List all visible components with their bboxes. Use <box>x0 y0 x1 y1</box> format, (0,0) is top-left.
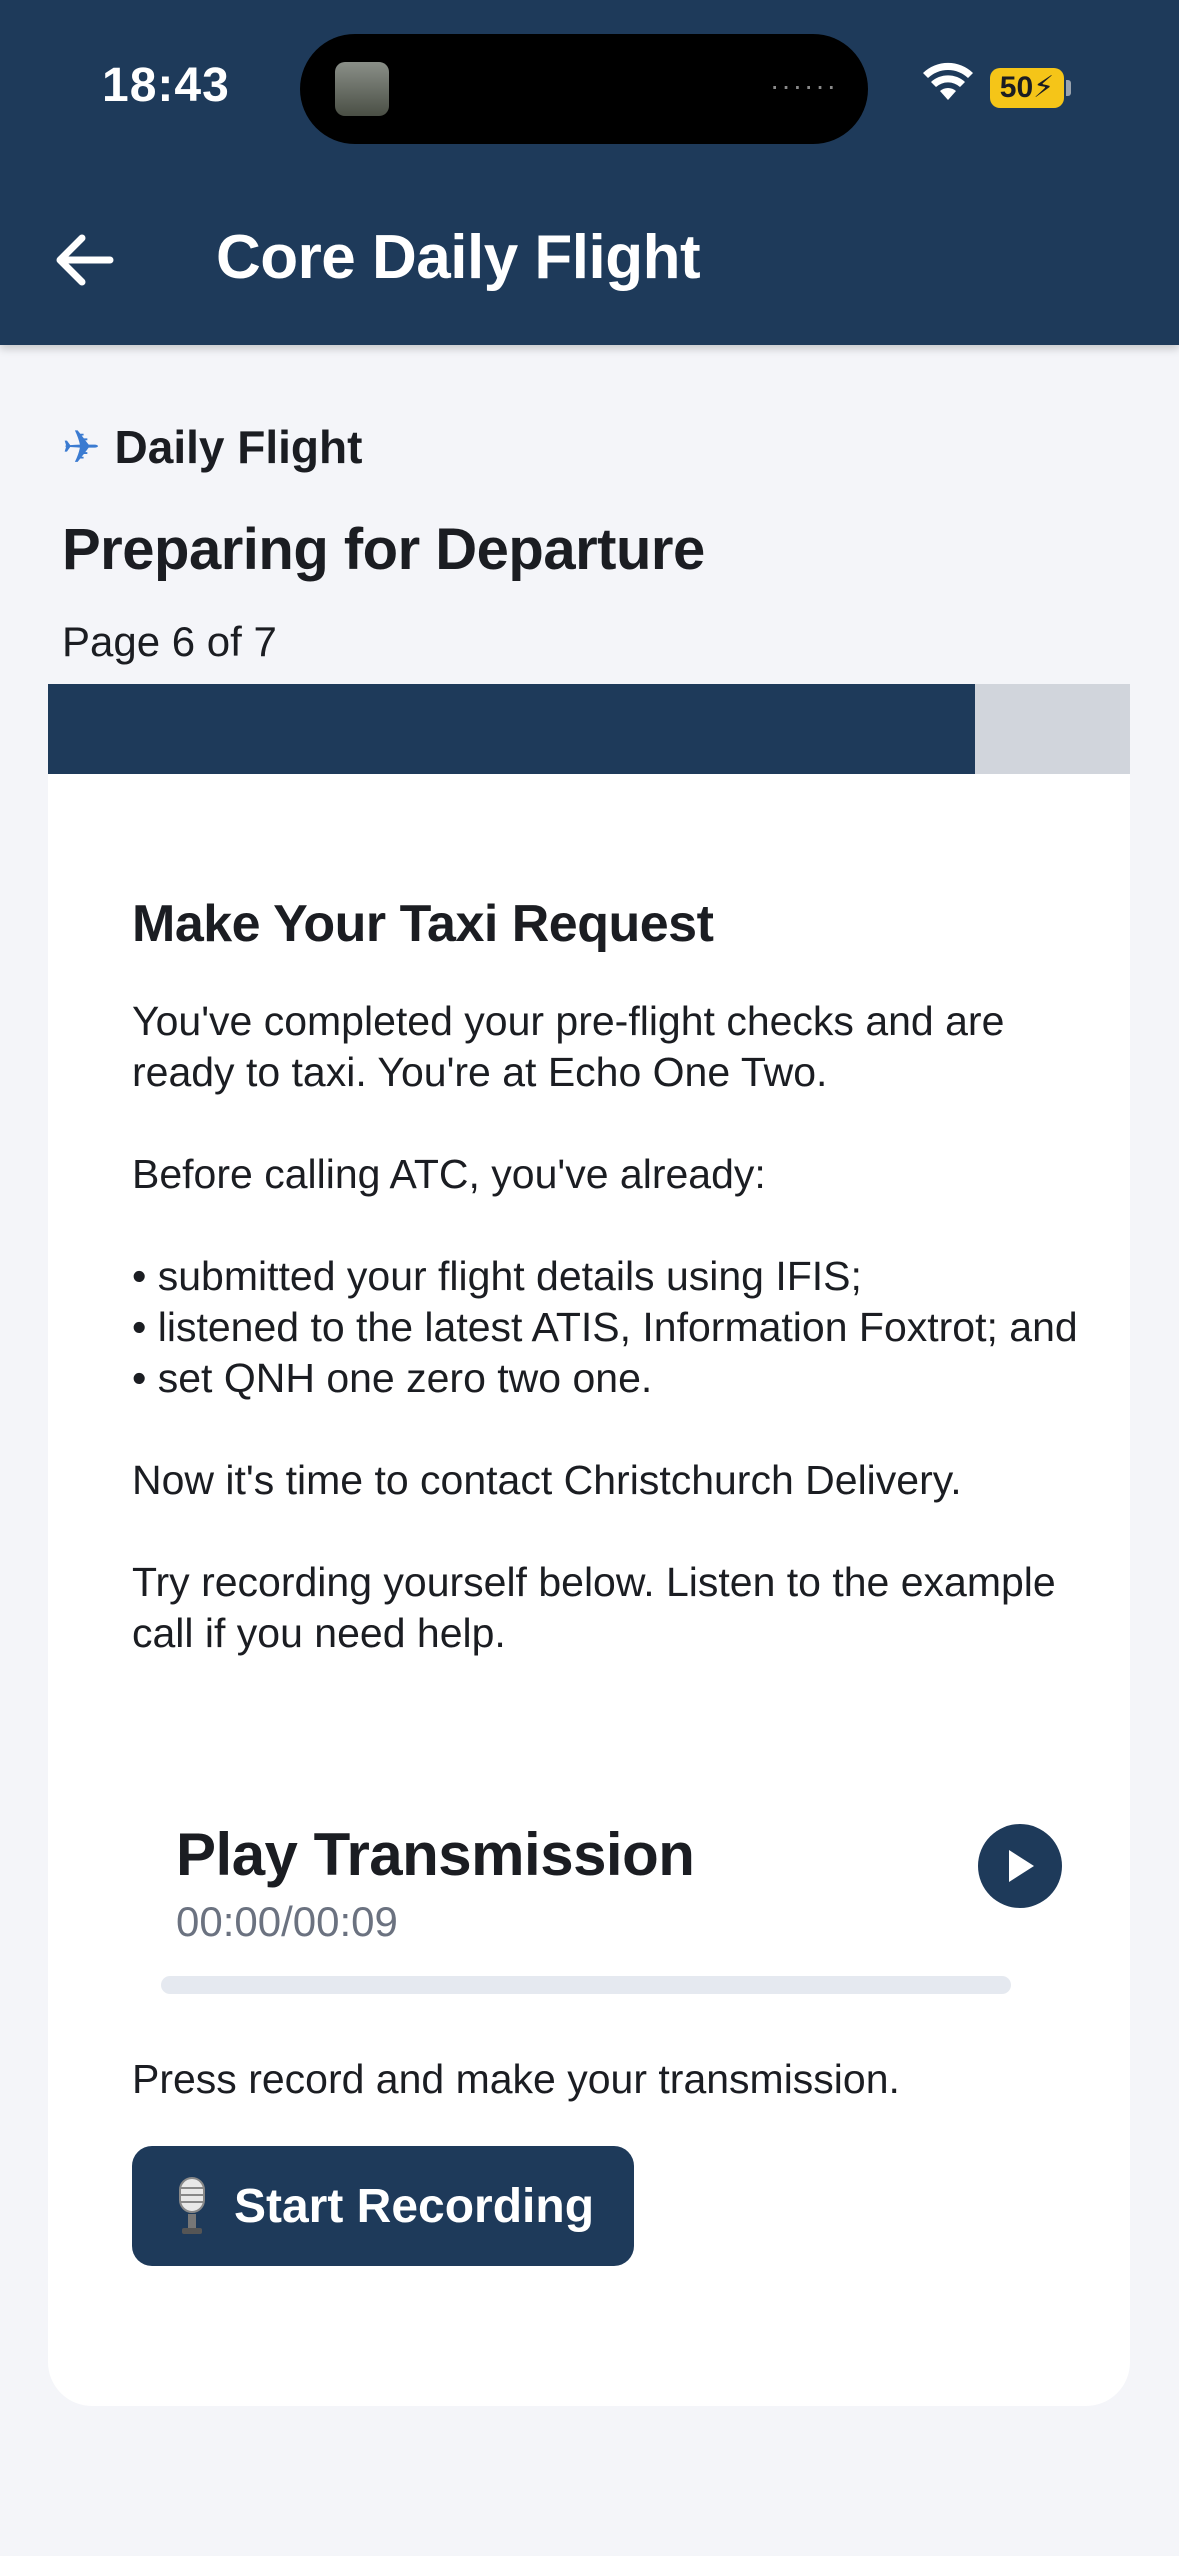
page-title: Core Daily Flight <box>216 223 701 292</box>
back-button[interactable] <box>46 222 122 298</box>
body-paragraph: Now it's time to contact Christchurch De… <box>132 1457 962 1503</box>
lesson-card: Make Your Taxi Request You've completed … <box>48 774 1130 2406</box>
audio-activity-icon: ······ <box>770 70 838 101</box>
checklist-item: • listened to the latest ATIS, Informati… <box>132 1304 1078 1350</box>
wifi-icon <box>922 62 974 107</box>
back-arrow-icon <box>56 234 114 286</box>
checklist-item: • set QNH one zero two one. <box>132 1355 653 1401</box>
lesson-progress-bar <box>48 684 1130 774</box>
play-button[interactable] <box>978 1824 1062 1908</box>
app-header: 18:43 ······ 50⚡ Core Daily Flight <box>0 0 1179 345</box>
body-paragraph: Before calling ATC, you've already: <box>132 1151 766 1197</box>
card-body: You've completed your pre-flight checks … <box>132 996 1092 1710</box>
card-heading: Make Your Taxi Request <box>132 895 714 953</box>
start-recording-button[interactable]: Start Recording <box>132 2146 634 2266</box>
status-time: 18:43 <box>102 59 230 112</box>
player-title: Play Transmission <box>176 1821 695 1888</box>
media-thumbnail <box>335 62 389 116</box>
checklist-item: • submitted your flight details using IF… <box>132 1253 862 1299</box>
battery-indicator: 50⚡ <box>990 68 1064 108</box>
page-indicator: Page 6 of 7 <box>62 618 277 665</box>
lesson-title: Preparing for Departure <box>62 517 705 582</box>
record-prompt: Press record and make your transmission. <box>132 2056 900 2102</box>
start-recording-label: Start Recording <box>233 2179 595 2233</box>
microphone-icon <box>172 2176 212 2236</box>
lesson-tag-label: Daily Flight <box>114 421 363 473</box>
body-paragraph: You've completed your pre-flight checks … <box>132 998 1005 1095</box>
play-icon <box>1009 1850 1034 1882</box>
body-paragraph: Try recording yourself below. Listen to … <box>132 1559 1056 1656</box>
battery-tip <box>1066 80 1071 96</box>
player-time: 00:00/00:09 <box>176 1898 398 1945</box>
dynamic-island: ······ <box>300 34 868 144</box>
lesson-progress-fill <box>48 684 976 774</box>
audio-player: Play Transmission 00:00/00:09 <box>176 1820 1066 1990</box>
battery-level: 50 <box>999 71 1034 104</box>
audio-seekbar[interactable] <box>161 1976 1011 1994</box>
airplane-icon: ✈ <box>62 421 101 473</box>
lesson-tag: ✈ Daily Flight <box>62 420 362 474</box>
